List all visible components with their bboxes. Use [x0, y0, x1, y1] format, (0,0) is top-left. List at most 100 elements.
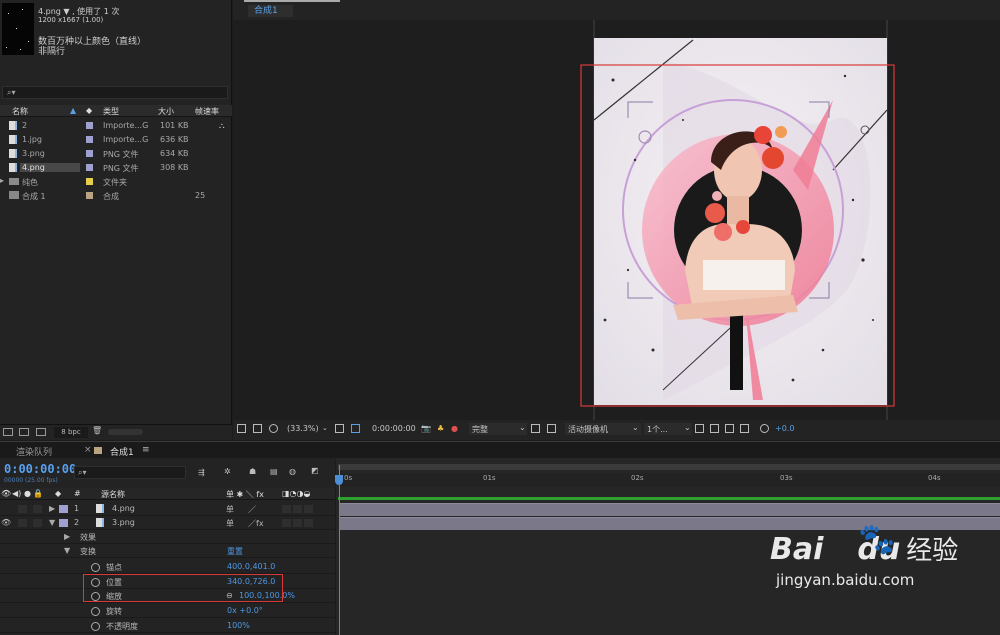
audio-switch[interactable] [18, 519, 27, 527]
graph-editor-icon[interactable]: ◩ [311, 466, 319, 475]
audio-switch[interactable] [18, 505, 27, 513]
project-item[interactable]: 2 Importe...G 101 KB [0, 119, 216, 133]
current-time-indicator-head[interactable] [335, 475, 343, 485]
comp-viewer-tab[interactable]: 合成1 [248, 5, 293, 17]
transparency-grid-icon[interactable] [547, 424, 556, 433]
col-fps[interactable]: 帧速率 [195, 106, 219, 117]
col-source-name[interactable]: 源名称 [101, 489, 125, 500]
layer-search-input[interactable]: ⌕▾ [74, 466, 186, 479]
label-swatch[interactable] [86, 192, 93, 199]
menu-icon[interactable]: ≡ [142, 445, 150, 455]
project-item[interactable]: 1.jpg Importe...G 636 KB [0, 133, 216, 147]
transform-group[interactable]: 变换 [80, 546, 96, 557]
eye-icon[interactable]: 👁 [1, 489, 11, 498]
always-preview-icon[interactable] [237, 424, 246, 433]
project-folder[interactable]: ▸ 纯色 文件夹 [0, 175, 216, 189]
label-swatch[interactable] [86, 164, 93, 171]
interpret-footage-icon[interactable] [3, 428, 13, 436]
shy-icon[interactable]: 单 [226, 504, 234, 515]
project-item[interactable]: 3.png PNG 文件 634 KB [0, 147, 216, 161]
label-swatch[interactable] [86, 122, 93, 129]
stopwatch-icon[interactable] [91, 607, 100, 616]
view-layout-dropdown[interactable]: 1个... ⌄ [644, 423, 692, 435]
col-size[interactable]: 大小 [158, 106, 174, 117]
layer-duration-bar[interactable] [340, 517, 1000, 530]
comp-mini-flowchart-icon[interactable]: ⇶ [198, 468, 205, 477]
switch-box[interactable] [304, 519, 313, 527]
stopwatch-icon[interactable] [91, 622, 100, 631]
project-item-selected[interactable]: 4.png PNG 文件 308 KB [0, 161, 216, 175]
audio-icon[interactable]: ◀) [12, 489, 21, 498]
shy-icon[interactable]: 单 [226, 518, 234, 529]
viewer-time[interactable]: 0:00:00:00 [372, 424, 416, 433]
chevron-down-icon[interactable]: ⌄ [322, 424, 328, 432]
draft-3d-icon[interactable]: ✲ [224, 467, 231, 476]
display-icon[interactable] [253, 424, 262, 433]
trash-icon[interactable]: 🗑 [92, 426, 102, 435]
time-navigator[interactable] [338, 464, 1000, 470]
property-row[interactable]: 锚点 400.0,401.0 [0, 560, 335, 574]
layer-duration-bar[interactable] [340, 503, 1000, 516]
channel-icon[interactable]: ● [451, 424, 458, 433]
shy-layers-icon[interactable]: ☗ [249, 467, 256, 476]
col-name[interactable]: 名称 [12, 106, 28, 117]
property-row[interactable]: 不透明度 100% [0, 619, 335, 633]
property-value[interactable]: 400.0,401.0 [227, 562, 275, 571]
grid-icon[interactable] [335, 424, 344, 433]
frame-blending-icon[interactable]: ▤ [270, 467, 278, 476]
property-group[interactable]: ▼ 变换 重置 [0, 544, 335, 558]
project-comp[interactable]: 合成 1 合成 25 [0, 189, 216, 203]
current-time[interactable]: 0:00:00:00 [4, 462, 76, 476]
expand-icon[interactable]: ▶ [64, 532, 70, 541]
close-icon[interactable]: × [84, 445, 92, 455]
switch-box[interactable] [293, 519, 302, 527]
expand-icon[interactable]: ▶ [49, 504, 55, 513]
label-swatch[interactable] [86, 150, 93, 157]
current-time-indicator[interactable] [339, 465, 340, 635]
switch-box[interactable] [282, 519, 291, 527]
motion-blur-icon[interactable]: ◍ [289, 467, 296, 476]
disclosure-triangle-icon[interactable]: ▸ [0, 176, 4, 185]
bit-depth-button[interactable]: 8 bpc [54, 427, 88, 438]
label-swatch[interactable] [59, 505, 68, 513]
thumbnail-scroll[interactable] [108, 429, 143, 435]
region-of-interest-icon[interactable] [531, 424, 540, 433]
vr-icon[interactable] [269, 424, 278, 433]
lock-icon[interactable]: 🔒 [33, 489, 43, 498]
property-group[interactable]: ▶ 效果 [0, 530, 335, 544]
mask-visibility-icon[interactable] [351, 424, 360, 433]
timeline-icon[interactable] [725, 424, 734, 433]
flowchart-icon[interactable] [740, 424, 749, 433]
layer-row[interactable]: ▶ 1 4.png 单 ／ [0, 502, 335, 516]
switch-box[interactable] [282, 505, 291, 513]
collapse-icon[interactable]: ▼ [64, 546, 70, 555]
fast-preview-icon[interactable] [710, 424, 719, 433]
property-row[interactable]: 旋转 0x +0.0° [0, 604, 335, 618]
effects-group[interactable]: 效果 [80, 532, 96, 543]
lock-switch[interactable] [33, 505, 42, 513]
label-swatch[interactable] [86, 178, 93, 185]
new-comp-icon[interactable] [36, 428, 46, 436]
quality-icon[interactable]: ／ [248, 504, 256, 515]
eye-icon[interactable]: 👁 [1, 518, 11, 527]
layer-name[interactable]: 4.png [112, 504, 135, 513]
switch-box[interactable] [304, 505, 313, 513]
comp-stage[interactable] [233, 20, 1000, 420]
label-swatch[interactable] [59, 519, 68, 527]
show-snapshot-icon[interactable]: ♣ [437, 424, 444, 433]
layer-name[interactable]: 3.png [112, 518, 135, 527]
zoom-dropdown[interactable]: (33.3%) [287, 424, 319, 433]
new-folder-icon[interactable] [19, 428, 29, 436]
camera-dropdown[interactable]: 活动摄像机 ⌄ [565, 423, 641, 435]
reset-exposure-icon[interactable] [760, 424, 769, 433]
resolution-dropdown[interactable]: 完整 ⌄ [469, 423, 527, 435]
time-ruler[interactable]: 0s 01s 02s 03s 04s [338, 473, 1000, 487]
render-queue-tab[interactable]: 渲染队列 [16, 445, 52, 458]
work-area-bar[interactable] [338, 497, 1000, 500]
switch-box[interactable] [293, 505, 302, 513]
property-value[interactable]: 0x +0.0° [227, 606, 263, 615]
label-swatch[interactable] [86, 136, 93, 143]
timeline-comp-tab[interactable]: 合成1 [110, 445, 134, 458]
collapse-icon[interactable]: ▼ [49, 518, 55, 527]
solo-icon[interactable]: ● [24, 489, 31, 498]
